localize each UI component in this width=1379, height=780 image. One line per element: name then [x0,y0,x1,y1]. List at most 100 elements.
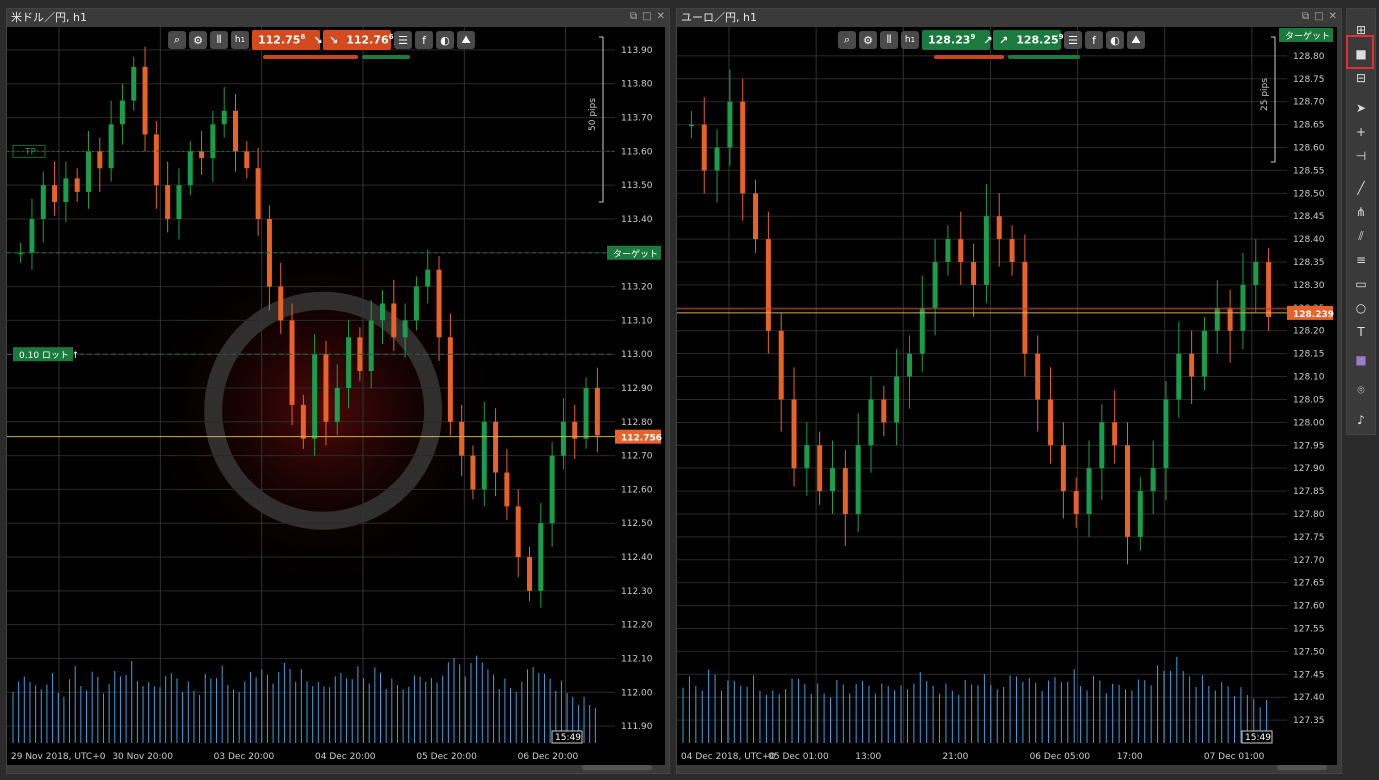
candle-body [323,354,329,422]
horizontal-scrollbar[interactable] [1277,765,1327,770]
panel-title: 米ドル／円, h1 [11,11,87,24]
maximize-icon[interactable]: □ [642,11,651,22]
crosshair-icon[interactable]: + [1351,123,1371,141]
chart-canvas[interactable]: 113.90 113.80 113.70 113.60 113.50 113.40 113.… [7,27,665,765]
y-tick-label: 112.40 [621,553,653,563]
y-tick-label: 112.70 [621,452,653,462]
y-tick-label: 127.55 [1293,624,1325,634]
y-tick-label: 112.90 [621,384,653,394]
arrow-up-right-icon: ↗ [983,33,993,47]
time-tag: 15:49 [1245,733,1271,743]
detach-icon[interactable]: ⧉ [630,11,637,22]
settings-icon[interactable]: ⚙ [859,31,877,49]
y-tick-label: 127.40 [1293,693,1325,703]
y-tick-label: 128.50 [1293,189,1325,199]
price-tag: 128.239 [1293,310,1334,320]
x-tick-label: 04 Dec 20:00 [315,752,376,762]
candle-body [176,185,182,219]
y-tick-label: 128.35 [1293,258,1325,268]
fan-icon[interactable]: ⋔ [1351,203,1371,221]
candle-body [119,100,125,125]
candle-body [312,354,318,439]
color-icon[interactable]: ■ [1351,351,1371,369]
layout-split-icon[interactable]: ⊟ [1351,69,1371,87]
detach-icon[interactable]: ⧉ [1302,11,1309,22]
rectangle-icon[interactable]: ▭ [1351,275,1371,293]
candle-body [538,523,544,591]
x-tick-label: 06 Dec 20:00 [518,752,579,762]
candle-body [714,147,720,171]
y-tick-label: 128.70 [1293,98,1325,108]
y-tick-label: 127.70 [1293,556,1325,566]
bell-icon[interactable]: ♪ [1351,411,1371,429]
candles-icon[interactable]: ⫴ [880,31,898,49]
candle-body [1227,307,1233,331]
fib-icon[interactable]: ≡ [1351,251,1371,269]
timeframe-button[interactable]: h1 [901,31,919,49]
candle-body [233,110,238,152]
candle-body [504,472,510,507]
candle-body [1009,239,1015,263]
candle-body [1201,330,1207,377]
candle-body [142,66,148,135]
y-tick-label: 113.60 [621,147,653,157]
x-tick-label: 17:00 [1117,752,1143,762]
x-tick-label: 30 Nov 20:00 [112,752,173,762]
checklist-icon[interactable]: ☰ [1064,31,1082,49]
y-tick-label: 113.40 [621,215,653,225]
chart-canvas[interactable]: 128.80 128.75 128.70 128.65 128.60 128.55 128.… [677,27,1337,765]
sell-button[interactable]: 128.239 ↗ [922,30,993,50]
candle-body [778,330,784,400]
timeframe-button[interactable]: h1 [231,31,249,49]
candle-body [919,307,925,354]
zoom-icon[interactable]: ⌕ [838,31,856,49]
buy-button[interactable]: ↘ 112.766 [323,30,394,50]
zoom-icon[interactable]: ⌕ [168,31,186,49]
checklist-icon[interactable]: ☰ [394,31,412,49]
indicator-icon[interactable]: f [415,31,433,49]
maximize-icon[interactable]: □ [1314,11,1323,22]
candle-body [996,216,1002,240]
candle-body [289,320,295,405]
template-icon[interactable]: ⛰ [457,31,475,49]
candle-body [753,193,759,240]
horizontal-scrollbar[interactable] [582,765,652,770]
candle-body [52,185,58,203]
candle-body [402,320,408,338]
indicator-icon[interactable]: f [1085,31,1103,49]
candle-body [153,134,159,186]
candle-body [1150,468,1156,492]
x-tick-label: 21:00 [942,752,968,762]
candles-icon[interactable]: ⫴ [210,31,228,49]
sentiment-icon[interactable]: ◐ [1106,31,1124,49]
candle-body [1214,307,1220,331]
text-icon[interactable]: T [1351,323,1371,341]
cursor-icon[interactable]: ➤ [1351,99,1371,117]
y-tick-label: 113.80 [621,80,653,90]
sentiment-icon[interactable]: ◐ [436,31,454,49]
candle-body [560,421,566,456]
trendline-icon[interactable]: ╱ [1351,179,1371,197]
arrow-down-right-icon: ↘ [329,33,339,47]
chart-panel-eurjpy: ユーロ／円, h1 ⧉ □ ✕ 128.80 128.75 128.70 128.65… [676,8,1342,774]
close-icon[interactable]: ✕ [657,11,665,22]
measure-icon[interactable]: ⊣ [1351,147,1371,165]
y-tick-label: 112.30 [621,587,653,597]
close-icon[interactable]: ✕ [1329,11,1337,22]
candle-body [380,303,385,321]
candle-body [436,269,442,338]
candle-body [29,218,35,253]
template-icon[interactable]: ⛰ [1127,31,1145,49]
y-tick-label: 127.80 [1293,510,1325,520]
settings-icon[interactable]: ⚙ [189,31,207,49]
camera-icon[interactable]: ⌾ [1351,381,1371,399]
sell-price: 128.239 [928,33,976,47]
buy-price: 112.766 [346,33,394,47]
buy-button[interactable]: ↗ 128.259 [993,30,1064,50]
y-tick-label: 128.80 [1293,52,1325,62]
channel-icon[interactable]: ⫽ [1351,227,1371,245]
sell-button[interactable]: 112.756 ↘ [252,30,323,50]
tp-label: TP [24,147,36,157]
candle-body [413,286,419,321]
ellipse-icon[interactable]: ○ [1351,299,1371,317]
